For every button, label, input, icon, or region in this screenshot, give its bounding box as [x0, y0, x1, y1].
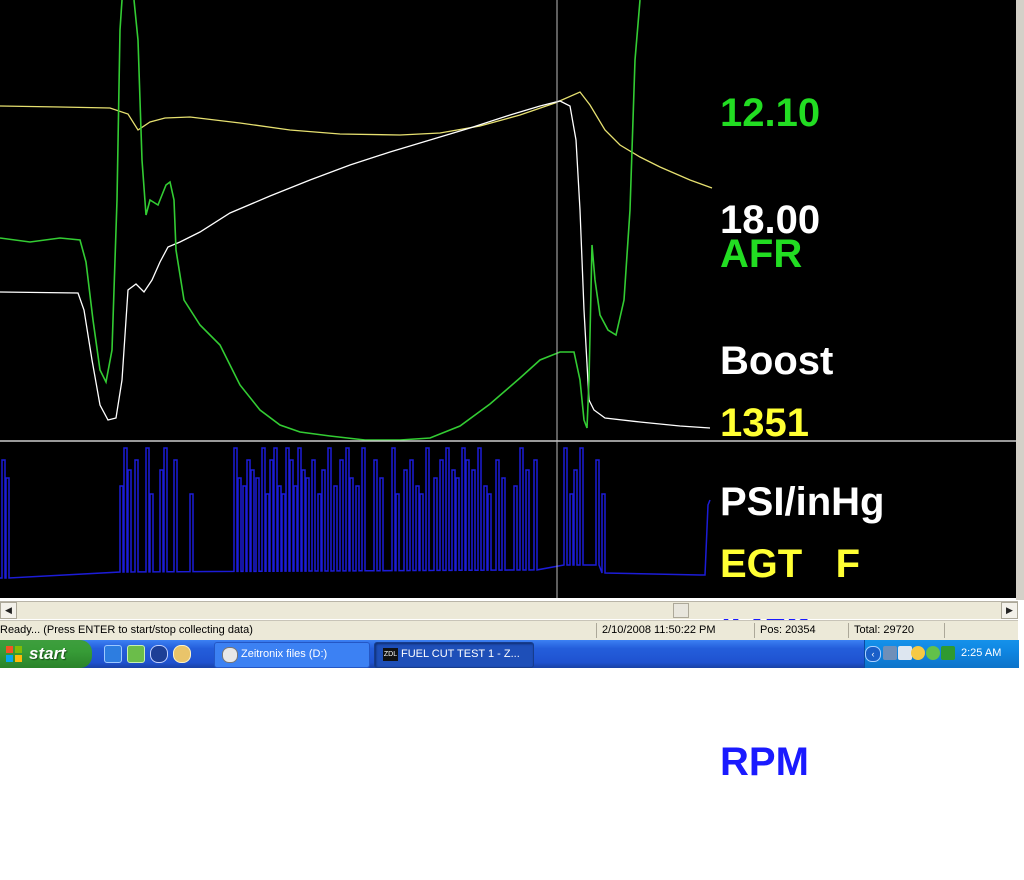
- egt-value: 1351: [720, 401, 809, 445]
- media-icon[interactable]: [127, 645, 145, 663]
- egt-trace: [0, 91, 713, 189]
- datalog-plot[interactable]: 12.10 AFR 18.00 Boost PSI/inHg 1351 EGT …: [0, 0, 1016, 784]
- windows-flag-icon: [6, 646, 22, 662]
- status-message: Ready... (Press ENTER to start/stop coll…: [0, 624, 253, 636]
- status-position: Pos: 20354: [760, 624, 816, 636]
- start-label: start: [29, 644, 66, 663]
- task-label: Zeitronix files (D:): [241, 648, 328, 660]
- messenger-icon[interactable]: [911, 646, 925, 660]
- link-icon[interactable]: [173, 645, 191, 663]
- player-icon[interactable]: [150, 645, 168, 663]
- volume-icon[interactable]: [898, 646, 912, 660]
- taskbar: start Zeitronix files (D:) ZDL FUEL CUT …: [0, 640, 1019, 668]
- ie-icon[interactable]: [104, 645, 122, 663]
- scroll-left-arrow-icon[interactable]: ◀: [0, 602, 17, 619]
- window-edge: [1016, 0, 1024, 600]
- boost-value: 18.00: [720, 198, 821, 242]
- rpm-trace: [0, 447, 711, 579]
- folder-cd-icon: [222, 647, 238, 663]
- scroll-thumb[interactable]: [673, 603, 689, 618]
- status-bar: Ready... (Press ENTER to start/stop coll…: [0, 620, 1018, 640]
- rpm-readout: 4259 RPM: [720, 504, 809, 880]
- status-divider: [596, 623, 597, 638]
- horizontal-scrollbar[interactable]: ◀ ▶: [0, 601, 1018, 619]
- system-tray: ‹ 2:25 AM: [864, 640, 1019, 668]
- status-datetime: 2/10/2008 11:50:22 PM: [602, 624, 716, 636]
- chevron-left-icon[interactable]: ‹: [865, 646, 881, 662]
- clock: 2:25 AM: [961, 647, 1002, 659]
- task-zeitronix-files[interactable]: Zeitronix files (D:): [214, 642, 370, 668]
- afr-trace: [0, 0, 641, 441]
- network-icon[interactable]: [883, 646, 897, 660]
- task-fuel-cut-test[interactable]: ZDL FUEL CUT TEST 1 - Z...: [374, 642, 534, 668]
- rpm-label: RPM: [720, 740, 809, 784]
- status-divider: [944, 623, 945, 638]
- task-label: FUEL CUT TEST 1 - Z...: [401, 648, 520, 660]
- signal-icon[interactable]: [941, 646, 955, 660]
- status-total: Total: 29720: [854, 624, 914, 636]
- scroll-right-arrow-icon[interactable]: ▶: [1001, 602, 1018, 619]
- zdl-icon: ZDL: [383, 648, 398, 661]
- user-icon[interactable]: [926, 646, 940, 660]
- status-divider: [848, 623, 849, 638]
- status-divider: [754, 623, 755, 638]
- start-button[interactable]: start: [0, 640, 92, 668]
